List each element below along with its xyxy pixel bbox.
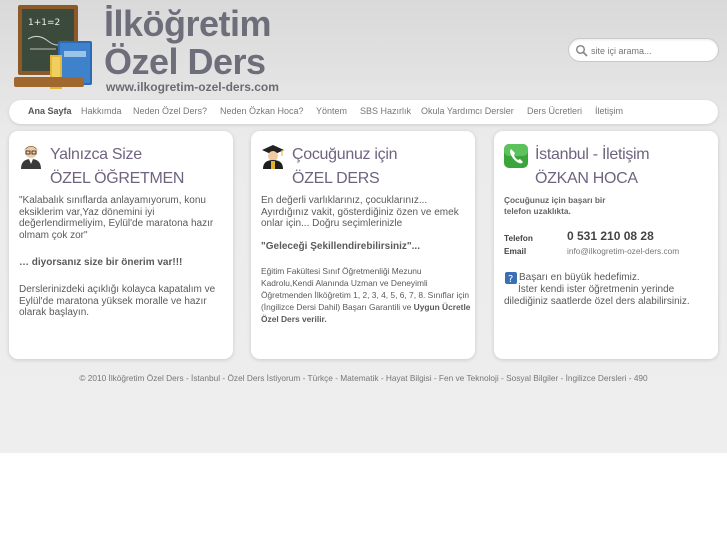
nav-item-iletisim[interactable]: İletişim bbox=[595, 106, 623, 116]
svg-text:?: ? bbox=[508, 274, 513, 284]
info-box-ozel-ders: Çocuğunuz için ÖZEL DERS En değerli varl… bbox=[251, 131, 475, 359]
box-title-line2: ÖZKAN HOCA bbox=[535, 170, 638, 187]
nav-item-neden-ozel-ders[interactable]: Neden Özel Ders? bbox=[133, 106, 207, 116]
nav-item-ana-sayfa[interactable]: Ana Sayfa bbox=[28, 106, 72, 116]
closing-line1: Başarı en büyük hedefimiz. bbox=[519, 272, 640, 283]
search-input[interactable] bbox=[591, 42, 713, 59]
box-body-text: Eğitim Fakültesi Sınıf Öğretmenliği Mezu… bbox=[261, 265, 471, 325]
graduate-icon bbox=[262, 145, 284, 169]
box-intro-text: En değerli varlıklarınız, çocuklarınız..… bbox=[261, 195, 459, 229]
box-quote-text: "Kalabalık sınıflarda anlayamıyorum, kon… bbox=[19, 195, 214, 241]
email-label: Email bbox=[504, 246, 527, 256]
nav-item-yontem[interactable]: Yöntem bbox=[316, 106, 347, 116]
search-icon[interactable] bbox=[575, 44, 589, 58]
box-slogan-text: "Geleceği Şekillendirebilirsiniz"... bbox=[261, 241, 420, 252]
box-offer-text: … diyorsanız size bir önerim var!!! bbox=[19, 257, 183, 268]
box-title-line1: Çocuğunuz için bbox=[292, 146, 398, 163]
header: 1+1=2 İlköğretim Özel Ders www.ilkogreti… bbox=[0, 0, 727, 98]
logo-title-line2[interactable]: Özel Ders bbox=[104, 42, 266, 82]
page-background: 1+1=2 İlköğretim Özel Ders www.ilkogreti… bbox=[0, 0, 727, 453]
box-body-text: Derslerinizdeki açıklığı kolayca kapatal… bbox=[19, 284, 216, 318]
box-title-line2: ÖZEL ÖĞRETMEN bbox=[50, 170, 185, 187]
box-intro-text: Çocuğunuz için başarı bir telefon uzaklı… bbox=[504, 195, 606, 216]
nav-item-neden-ozkan-hoca[interactable]: Neden Özkan Hoca? bbox=[220, 106, 304, 116]
box-title-line1: İstanbul - İletişim bbox=[535, 146, 650, 163]
nav-item-sbs-hazirlik[interactable]: SBS Hazırlık bbox=[360, 106, 411, 116]
chalkboard-logo-icon[interactable]: 1+1=2 bbox=[12, 3, 98, 93]
teacher-icon bbox=[21, 146, 41, 169]
chalkboard-text: 1+1=2 bbox=[28, 18, 60, 28]
phone-icon bbox=[504, 144, 528, 168]
closing-line2: İster kendi ister öğretmenin yerinde dil… bbox=[504, 284, 690, 307]
info-box-iletisim: İstanbul - İletişim ÖZKAN HOCA Çocuğunuz… bbox=[494, 131, 718, 359]
box-title-line1: Yalnızca Size bbox=[50, 146, 142, 163]
nav-item-okula-yardimci-dersler[interactable]: Okula Yardımcı Dersler bbox=[421, 106, 514, 116]
footer-links[interactable]: © 2010 İlköğretim Özel Ders - İstanbul -… bbox=[0, 373, 727, 383]
main-nav: Ana Sayfa Hakkımda Neden Özel Ders? Nede… bbox=[9, 100, 718, 124]
box-title-line2: ÖZEL DERS bbox=[292, 170, 380, 187]
logo-url[interactable]: www.ilkogretim-ozel-ders.com bbox=[106, 80, 279, 94]
nav-item-hakkimda[interactable]: Hakkımda bbox=[81, 106, 122, 116]
phone-label: Telefon bbox=[504, 233, 533, 243]
search-box[interactable] bbox=[568, 38, 719, 62]
phone-value[interactable]: 0 531 210 08 28 bbox=[567, 230, 654, 243]
email-value[interactable]: info@ilkogretim-ozel-ders.com bbox=[567, 246, 679, 258]
logo-title-line1[interactable]: İlköğretim bbox=[104, 4, 272, 44]
question-icon: ? bbox=[505, 272, 517, 284]
nav-item-ders-ucretleri[interactable]: Ders Ücretleri bbox=[527, 106, 582, 116]
info-box-ozel-ogretmen: Yalnızca Size ÖZEL ÖĞRETMEN "Kalabalık s… bbox=[9, 131, 233, 359]
